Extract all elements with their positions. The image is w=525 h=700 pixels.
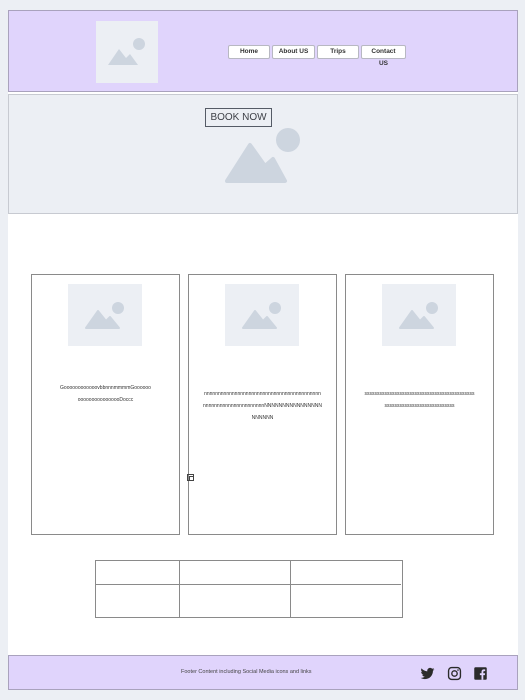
- card: GoooooooooooovbbnnnmmmmGoooooooooooooooo…: [31, 274, 180, 535]
- resize-handle-icon[interactable]: [187, 474, 194, 481]
- image-placeholder-icon: [399, 302, 438, 329]
- nav-home[interactable]: Home: [228, 45, 270, 59]
- instagram-icon[interactable]: [447, 666, 462, 681]
- card-text: GoooooooooooovbbnnnmmmmGoooooooooooooooo…: [60, 385, 151, 403]
- image-placeholder-icon: [225, 128, 300, 183]
- image-placeholder-icon: [85, 302, 124, 329]
- image-placeholder-icon: [242, 302, 281, 329]
- nav-about-us[interactable]: About US: [272, 45, 315, 59]
- main-nav: Home About US Trips Contact US: [228, 45, 406, 67]
- hero-banner: BOOK NOW: [8, 94, 518, 214]
- card-image: [225, 284, 299, 346]
- image-placeholder-icon: [108, 38, 145, 65]
- card: ssssssssssssssssssssssssssssssssssssssss…: [345, 274, 494, 535]
- page: Home About US Trips Contact US BOOK NOW …: [8, 10, 518, 690]
- header: Home About US Trips Contact US: [8, 10, 518, 92]
- card: nnnnnnnnnnnnnnnnnnnnnnnnnnnnnnnnnnnnnnnn…: [188, 274, 337, 535]
- card-text: nnnnnnnnnnnnnnnnnnnnnnnnnnnnnnnnnnnnnnnn…: [203, 391, 322, 421]
- footer: Footer Content including Social Media ic…: [8, 655, 518, 690]
- nav-trips[interactable]: Trips: [317, 45, 359, 59]
- twitter-icon[interactable]: [420, 666, 435, 681]
- footer-text: Footer Content including Social Media ic…: [181, 669, 312, 675]
- card-text: ssssssssssssssssssssssssssssssssssssssss…: [364, 391, 475, 409]
- logo-image[interactable]: [96, 21, 158, 83]
- layout-grid-table: [95, 560, 403, 618]
- table-row-divider: [96, 584, 401, 585]
- card-image: [68, 284, 142, 346]
- hero-image: [223, 128, 303, 184]
- table-column-divider: [179, 561, 180, 617]
- book-now-button[interactable]: BOOK NOW: [205, 108, 272, 127]
- nav-contact-us[interactable]: Contact US: [361, 45, 406, 67]
- card-image: [382, 284, 456, 346]
- facebook-icon[interactable]: [473, 666, 488, 681]
- table-column-divider: [290, 561, 291, 617]
